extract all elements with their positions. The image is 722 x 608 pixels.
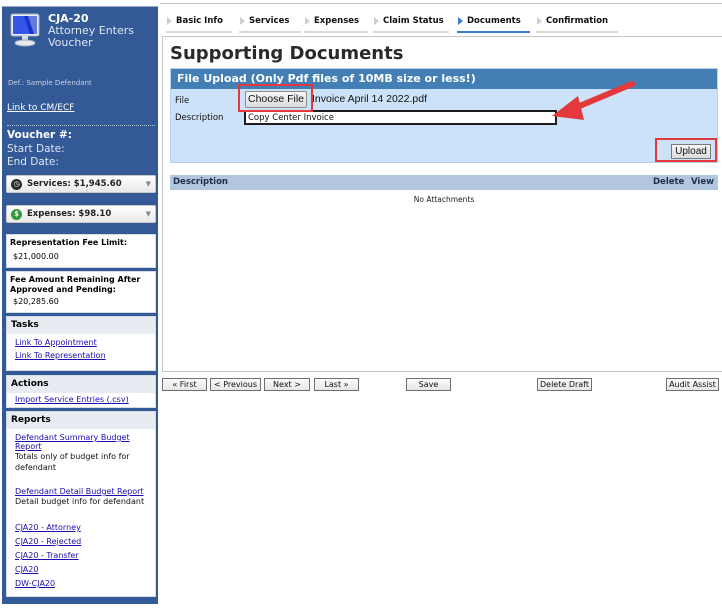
report-link-cja20-transfer[interactable]: CJA20 - Transfer bbox=[7, 551, 155, 560]
reports-title: Reports bbox=[7, 412, 155, 429]
tasks-panel: Tasks Link To Appointment Link To Repres… bbox=[6, 316, 156, 371]
computer-monitor-icon bbox=[10, 13, 40, 47]
file-label: File bbox=[175, 96, 190, 106]
app-header: CJA-20 Attorney Enters Voucher bbox=[2, 7, 158, 67]
tab-arrow-icon bbox=[305, 17, 310, 25]
description-input[interactable]: Copy Center Invoice bbox=[244, 110, 557, 125]
delete-draft-button[interactable]: Delete Draft bbox=[537, 378, 592, 391]
chevron-down-icon: ▼ bbox=[145, 180, 151, 188]
tab-claim-status[interactable]: Claim Status bbox=[373, 14, 449, 33]
app-subtitle: Attorney Enters Voucher bbox=[48, 24, 135, 49]
start-date-label: Start Date: bbox=[7, 143, 65, 155]
column-view: View bbox=[691, 177, 714, 187]
audit-assist-button[interactable]: Audit Assist bbox=[666, 378, 719, 391]
actions-panel: Actions Import Service Entries (.csv) bbox=[6, 375, 156, 408]
import-service-entries-link[interactable]: Import Service Entries (.csv) bbox=[7, 395, 155, 404]
chevron-down-icon: ▼ bbox=[145, 210, 151, 218]
report-link-defendant-summary-budget[interactable]: Defendant Summary Budget Report bbox=[7, 433, 155, 451]
fee-remaining-value: $20,285.60 bbox=[13, 297, 59, 306]
link-to-cmecf[interactable]: Link to CM/ECF bbox=[7, 103, 74, 113]
annotation-highlight-upload bbox=[655, 138, 717, 162]
fee-limit-panel: Representation Fee Limit: $21,000.00 bbox=[6, 234, 156, 268]
tab-label: Services bbox=[249, 16, 290, 26]
selected-file-name: Invoice April 14 2022.pdf bbox=[312, 93, 427, 105]
tab-label: Confirmation bbox=[546, 16, 609, 26]
tab-arrow-icon bbox=[537, 17, 542, 25]
no-attachments-text: No Attachments bbox=[413, 195, 475, 204]
tab-services[interactable]: Services bbox=[239, 14, 301, 33]
page-title: Supporting Documents bbox=[170, 43, 404, 64]
fee-limit-label: Representation Fee Limit: bbox=[10, 238, 128, 247]
annotation-arrow-icon bbox=[552, 81, 635, 120]
services-total: Services: $1,945.60 bbox=[27, 179, 122, 189]
tab-label: Claim Status bbox=[383, 16, 444, 26]
tab-confirmation[interactable]: Confirmation bbox=[536, 14, 618, 33]
description-label: Description bbox=[175, 113, 224, 123]
tab-arrow-icon bbox=[167, 17, 172, 25]
report-desc-defendant-summary: Totals only of budget info for defendant bbox=[15, 452, 130, 472]
actions-title: Actions bbox=[7, 376, 155, 393]
first-button[interactable]: « First bbox=[162, 378, 207, 391]
report-link-cja20[interactable]: CJA20 bbox=[7, 565, 155, 574]
dollar-icon: $ bbox=[11, 208, 22, 220]
tab-basic-info[interactable]: Basic Info bbox=[166, 14, 232, 33]
fee-remaining-panel: Fee Amount Remaining After Approved and … bbox=[6, 271, 156, 313]
last-button[interactable]: Last » bbox=[314, 378, 359, 391]
tab-label: Documents bbox=[467, 16, 521, 26]
previous-button[interactable]: < Previous bbox=[210, 378, 261, 391]
attachments-table-header: Description Delete View bbox=[170, 175, 718, 190]
end-date-label: End Date: bbox=[7, 156, 59, 168]
sidebar: CJA-20 Attorney Enters Voucher Def.: Sam… bbox=[2, 6, 158, 604]
report-desc-defendant-detail: Detail budget info for defendant bbox=[15, 497, 145, 506]
expenses-total: Expenses: $98.10 bbox=[27, 209, 112, 219]
services-dropdown[interactable]: ◷ Services: $1,945.60 ▼ bbox=[6, 175, 156, 193]
voucher-number-label: Voucher #: bbox=[7, 129, 72, 141]
defendant-label: Def.: Sample Defendant bbox=[8, 79, 92, 87]
report-link-cja20-attorney[interactable]: CJA20 - Attorney bbox=[7, 523, 155, 532]
link-to-appointment[interactable]: Link To Appointment bbox=[7, 338, 155, 347]
tasks-title: Tasks bbox=[7, 317, 155, 334]
fee-remaining-label: Fee Amount Remaining After Approved and … bbox=[10, 275, 141, 294]
fee-limit-value: $21,000.00 bbox=[13, 252, 59, 261]
tab-documents[interactable]: Documents bbox=[457, 14, 530, 33]
link-to-representation[interactable]: Link To Representation bbox=[7, 351, 155, 360]
sidebar-divider bbox=[7, 125, 155, 126]
clock-icon: ◷ bbox=[11, 178, 22, 190]
column-description: Description bbox=[173, 177, 228, 187]
annotation-highlight-choose-file bbox=[238, 84, 313, 112]
column-delete: Delete bbox=[653, 177, 685, 187]
top-border bbox=[160, 3, 722, 4]
tab-expenses[interactable]: Expenses bbox=[304, 14, 368, 33]
save-button[interactable]: Save bbox=[406, 378, 451, 391]
expenses-dropdown[interactable]: $ Expenses: $98.10 ▼ bbox=[6, 205, 156, 223]
tab-label: Expenses bbox=[314, 16, 360, 26]
tab-arrow-icon bbox=[374, 17, 379, 25]
report-link-defendant-detail-budget[interactable]: Defendant Detail Budget Report bbox=[7, 487, 155, 496]
tab-arrow-icon bbox=[458, 17, 463, 25]
report-link-dw-cja20[interactable]: DW-CJA20 bbox=[7, 579, 155, 588]
reports-panel: Reports Defendant Summary Budget Report … bbox=[6, 411, 156, 597]
next-button[interactable]: Next > bbox=[264, 378, 310, 391]
tab-label: Basic Info bbox=[176, 16, 223, 26]
tab-arrow-icon bbox=[240, 17, 245, 25]
report-link-cja20-rejected[interactable]: CJA20 - Rejected bbox=[7, 537, 155, 546]
